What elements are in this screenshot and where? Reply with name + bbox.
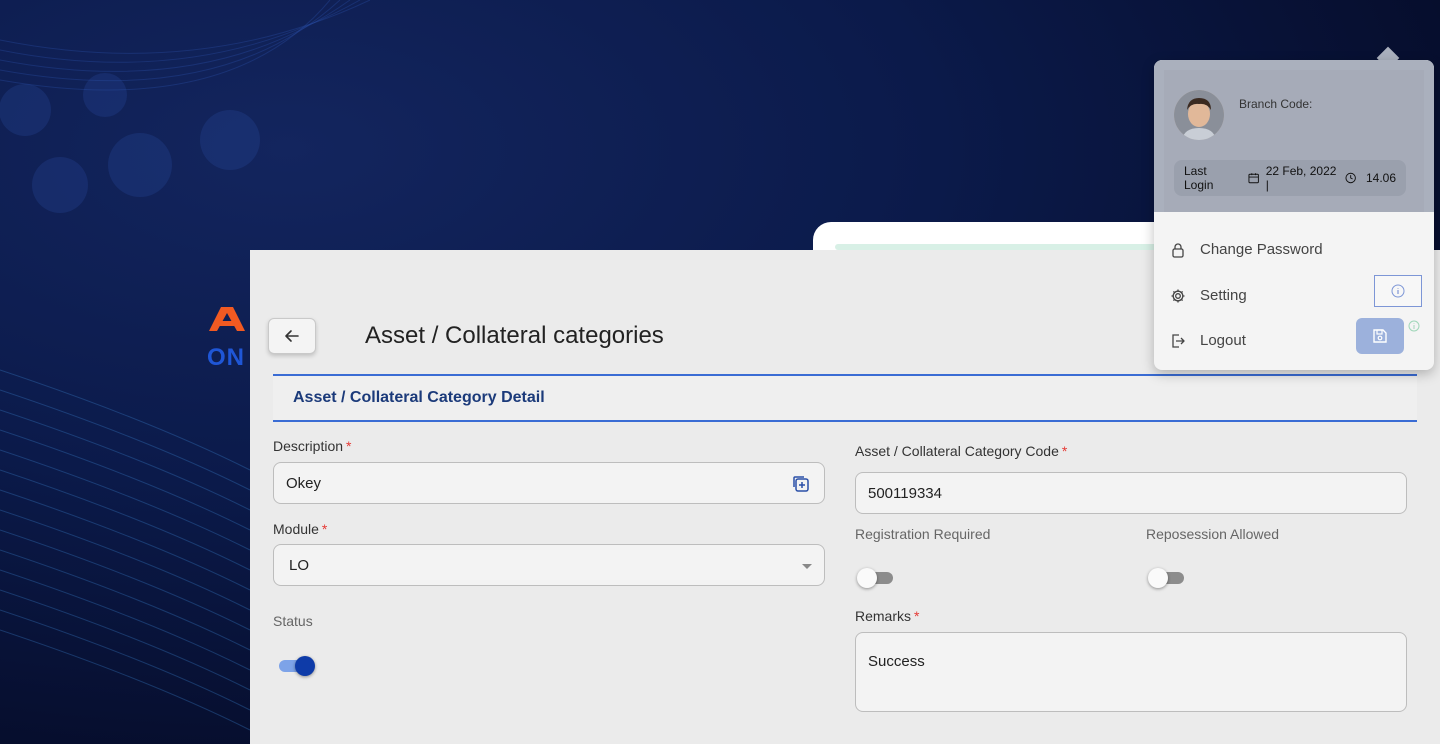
save-icon xyxy=(1373,329,1387,343)
logout-icon xyxy=(1172,333,1185,348)
menu-item-change-password[interactable]: Change Password xyxy=(1170,241,1323,258)
module-label: Module * xyxy=(273,521,328,537)
small-info-icon xyxy=(1408,320,1420,332)
section-header: Asset / Collateral Category Detail xyxy=(273,374,1417,422)
last-login-info: Last Login 22 Feb, 2022 | 14.06 xyxy=(1174,160,1406,196)
logo-icon xyxy=(209,307,245,331)
status-label: Status xyxy=(273,613,313,629)
profile-card: Branch Code: Last Login 22 Feb, 2022 | 1… xyxy=(1154,60,1434,212)
description-input[interactable]: Okey xyxy=(273,462,825,504)
save-button[interactable] xyxy=(1356,318,1404,354)
last-login-label: Last Login xyxy=(1184,164,1214,192)
chevron-down-icon xyxy=(802,564,812,569)
remarks-label: Remarks * xyxy=(855,608,920,624)
registration-required-toggle[interactable] xyxy=(857,566,897,590)
back-button[interactable] xyxy=(268,318,316,354)
last-login-date: 22 Feb, 2022 | xyxy=(1265,164,1337,192)
status-toggle[interactable] xyxy=(275,654,315,678)
reposession-allowed-toggle[interactable] xyxy=(1148,566,1188,590)
description-label: Description * xyxy=(273,438,352,454)
add-copy-icon[interactable] xyxy=(792,475,810,493)
info-button[interactable] xyxy=(1374,275,1422,307)
gear-icon xyxy=(1171,289,1185,302)
reposession-allowed-label: Reposession Allowed xyxy=(1146,526,1280,542)
section-title: Asset / Collateral Category Detail xyxy=(293,389,545,406)
lock-icon xyxy=(1172,242,1184,258)
module-select[interactable]: LO xyxy=(273,544,825,586)
category-code-label: Asset / Collateral Category Code * xyxy=(855,443,1068,459)
branch-code-label: Branch Code: xyxy=(1239,97,1313,111)
page-title: Asset / Collateral categories xyxy=(365,322,664,349)
calendar-icon xyxy=(1248,173,1260,184)
menu-item-logout[interactable]: Logout xyxy=(1170,332,1246,349)
last-login-time: 14.06 xyxy=(1365,171,1396,185)
menu-item-setting[interactable]: Setting xyxy=(1170,287,1247,304)
arrow-left-icon xyxy=(285,330,299,342)
clock-icon xyxy=(1345,172,1356,184)
registration-required-label: Registration Required xyxy=(855,526,991,542)
info-icon xyxy=(1391,284,1405,298)
category-code-input[interactable]: 500119334 xyxy=(855,472,1407,514)
remarks-textarea[interactable]: Success xyxy=(855,632,1407,712)
avatar xyxy=(1174,90,1224,140)
logo-text: ON xyxy=(207,344,245,371)
